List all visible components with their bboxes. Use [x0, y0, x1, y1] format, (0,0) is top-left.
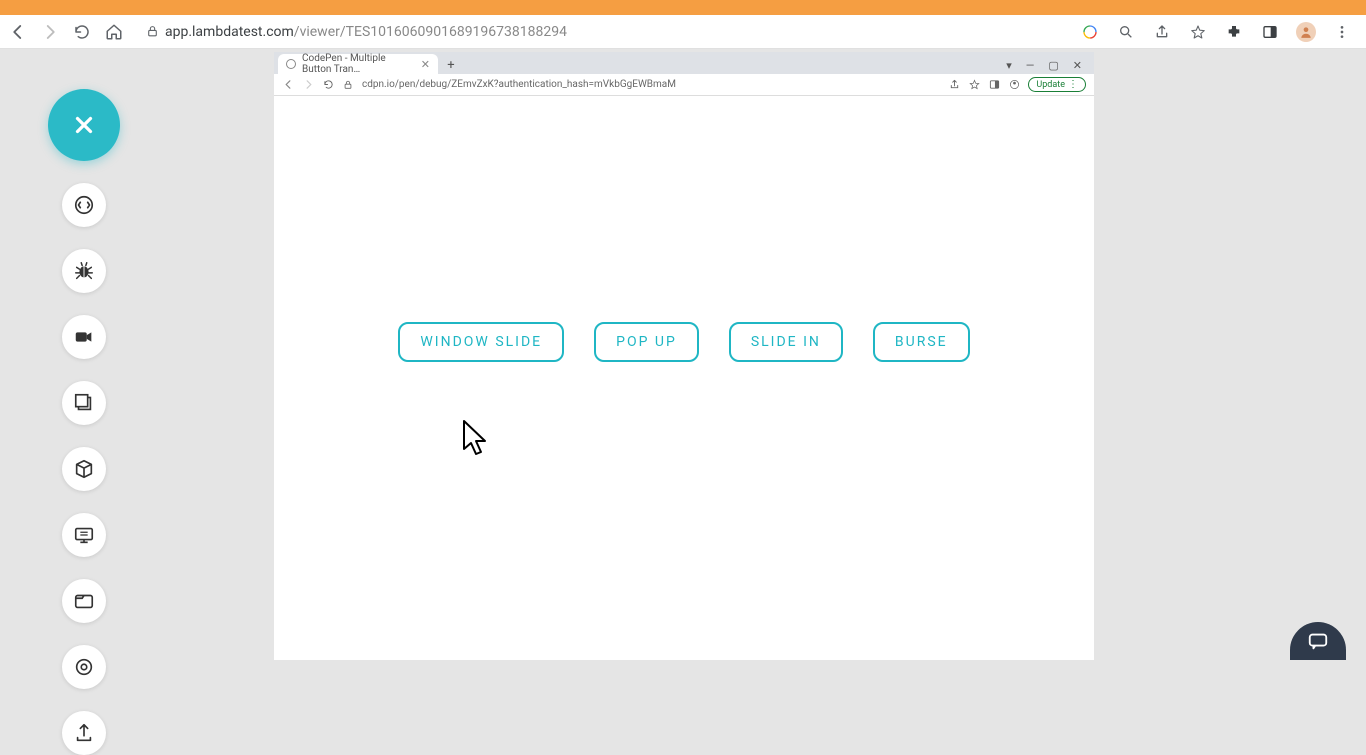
emb-back-icon[interactable] [282, 79, 294, 91]
window-slide-button[interactable]: WINDOW SLIDE [398, 322, 564, 362]
chat-fab[interactable] [1290, 622, 1346, 660]
lt-sidebar [48, 89, 120, 755]
switch-icon[interactable] [62, 183, 106, 227]
burse-button[interactable]: BURSE [873, 322, 970, 362]
emb-star-icon[interactable] [968, 79, 980, 91]
viewer-area: CodePen - Multiple Button Tran… ✕ + ▾ — … [0, 49, 1366, 660]
maximize-icon[interactable]: ▢ [1048, 59, 1058, 72]
embedded-browser: CodePen - Multiple Button Tran… ✕ + ▾ — … [274, 52, 1094, 660]
close-session-button[interactable] [48, 89, 120, 161]
resolution-icon[interactable] [62, 513, 106, 557]
share-icon[interactable] [1152, 22, 1172, 42]
slide-in-button[interactable]: SLIDE IN [729, 322, 843, 362]
browser-tab-strip [0, 0, 1366, 15]
globe-icon [286, 59, 296, 69]
outer-url-bar[interactable]: app.lambdatest.com/viewer/TES10160609016… [136, 24, 1068, 40]
embedded-tab-bar: CodePen - Multiple Button Tran… ✕ + ▾ — … [274, 52, 1094, 74]
embedded-url-row: cdpn.io/pen/debug/ZEmvZxK?authentication… [274, 74, 1094, 96]
files-icon[interactable] [62, 579, 106, 623]
embedded-url-text[interactable]: cdpn.io/pen/debug/ZEmvZxK?authentication… [362, 79, 940, 90]
emb-avatar-icon[interactable] [1008, 79, 1020, 91]
pop-up-button[interactable]: POP UP [594, 322, 699, 362]
dropdown-icon[interactable]: ▾ [1006, 59, 1012, 72]
minimize-icon[interactable]: — [1026, 59, 1035, 72]
extensions-icon[interactable] [1224, 22, 1244, 42]
zoom-icon[interactable] [1116, 22, 1136, 42]
location-icon[interactable] [62, 645, 106, 689]
emb-lock-icon [342, 79, 354, 91]
video-icon[interactable] [62, 315, 106, 359]
lock-icon [146, 25, 159, 38]
package-icon[interactable] [62, 447, 106, 491]
outer-right-icons [1080, 22, 1358, 42]
close-window-icon[interactable]: ✕ [1073, 59, 1082, 72]
emb-reload-icon[interactable] [322, 79, 334, 91]
update-button[interactable]: Update [1028, 77, 1086, 92]
google-icon[interactable] [1080, 22, 1100, 42]
tab-close-icon[interactable]: ✕ [421, 58, 430, 71]
emb-panel-icon[interactable] [988, 79, 1000, 91]
reload-button[interactable] [72, 22, 92, 42]
embedded-tab-title: CodePen - Multiple Button Tran… [302, 53, 415, 75]
new-tab-button[interactable]: + [442, 56, 460, 74]
home-button[interactable] [104, 22, 124, 42]
embedded-window-controls: ▾ — ▢ ✕ [1006, 59, 1090, 74]
emb-share-icon[interactable] [948, 79, 960, 91]
upload-icon[interactable] [62, 711, 106, 755]
embedded-page-content: WINDOW SLIDE POP UP SLIDE IN BURSE [274, 96, 1094, 660]
update-label: Update [1036, 80, 1065, 90]
back-button[interactable] [8, 22, 28, 42]
profile-avatar[interactable] [1296, 22, 1316, 42]
star-icon[interactable] [1188, 22, 1208, 42]
kebab-menu-icon[interactable] [1332, 22, 1352, 42]
embedded-tab[interactable]: CodePen - Multiple Button Tran… ✕ [278, 54, 438, 74]
forward-button[interactable] [40, 22, 60, 42]
demo-button-row: WINDOW SLIDE POP UP SLIDE IN BURSE [274, 322, 1094, 362]
emb-forward-icon[interactable] [302, 79, 314, 91]
sidepanel-icon[interactable] [1260, 22, 1280, 42]
outer-browser-toolbar: app.lambdatest.com/viewer/TES10160609016… [0, 15, 1366, 49]
gallery-icon[interactable] [62, 381, 106, 425]
outer-url-text: app.lambdatest.com/viewer/TES10160609016… [165, 24, 567, 40]
bug-icon[interactable] [62, 249, 106, 293]
